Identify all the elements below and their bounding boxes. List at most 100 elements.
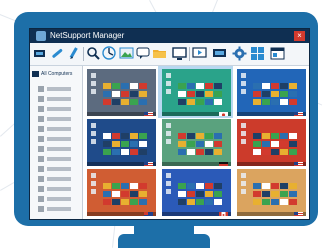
- window-block: [103, 83, 111, 89]
- grid-icon[interactable]: [250, 46, 265, 61]
- window-block: [289, 133, 297, 139]
- pen-icon[interactable]: [66, 46, 81, 61]
- gear-icon[interactable]: [232, 46, 247, 61]
- window-block: [196, 83, 204, 89]
- blue-desktop-thumbnail[interactable]: [237, 69, 306, 116]
- desktop-icon: [91, 173, 96, 178]
- flag-icon: [144, 105, 153, 116]
- sidebar-item-label: [47, 117, 71, 121]
- window-block: [103, 91, 111, 97]
- window-block: [196, 91, 204, 97]
- sidebar-item[interactable]: [38, 156, 72, 162]
- window-title: NetSupport Manager: [50, 31, 125, 40]
- desktop-icon: [166, 131, 171, 136]
- sidebar-item-label: [47, 197, 71, 201]
- window-block: [130, 149, 138, 155]
- window-block: [178, 183, 186, 189]
- computer-icon: [38, 106, 44, 112]
- window-block: [139, 83, 147, 89]
- sidebar-item-label: [47, 127, 71, 131]
- monitor-icon[interactable]: [212, 46, 227, 61]
- flag-icon: [294, 205, 303, 216]
- image-icon[interactable]: [119, 46, 134, 61]
- sidebar-item-label: [47, 107, 71, 111]
- computer-icon: [38, 156, 44, 162]
- window-block: [178, 141, 186, 147]
- all-computers-item[interactable]: All Computers: [32, 69, 79, 79]
- mint-desktop-thumbnail[interactable]: [162, 119, 231, 166]
- window-block: [262, 183, 270, 189]
- window-block: [187, 149, 195, 155]
- window-block: [280, 99, 288, 105]
- window-block: [139, 183, 147, 189]
- sidebar-item[interactable]: [38, 206, 72, 212]
- window-block: [289, 141, 297, 147]
- desktop-icon: [166, 139, 171, 144]
- green-desktop-thumbnail[interactable]: [162, 69, 231, 116]
- sidebar-item[interactable]: [38, 126, 72, 132]
- chat-icon[interactable]: [136, 46, 151, 61]
- desktop-icon: [241, 123, 246, 128]
- window-block: [205, 149, 213, 155]
- sidebar-item-label: [47, 167, 71, 171]
- sidebar-item[interactable]: [38, 136, 72, 142]
- flag-icon: [219, 105, 228, 116]
- window-block: [112, 99, 120, 105]
- sidebar-item[interactable]: [38, 116, 72, 122]
- sidebar-item[interactable]: [38, 186, 72, 192]
- window-block: [280, 141, 288, 147]
- window-block: [103, 183, 111, 189]
- desktop-icon: [91, 131, 96, 136]
- window-block: [271, 83, 279, 89]
- window-block: [280, 183, 288, 189]
- desktop-icon: [166, 89, 171, 94]
- navy-desktop-thumbnail[interactable]: [87, 119, 156, 166]
- desktop-icon: [91, 189, 96, 194]
- window-block: [130, 91, 138, 97]
- window-block: [289, 83, 297, 89]
- window-block: [280, 133, 288, 139]
- sidebar-item-label: [47, 177, 71, 181]
- layout-icon[interactable]: [270, 46, 285, 61]
- sidebar-item[interactable]: [38, 166, 72, 172]
- red-desktop-thumbnail[interactable]: [237, 119, 306, 166]
- window-block: [271, 149, 279, 155]
- window-block: [121, 149, 129, 155]
- flag-icon: [144, 155, 153, 166]
- sidebar-item-label: [47, 207, 71, 211]
- window-block: [196, 191, 204, 197]
- chain-icon[interactable]: [50, 46, 65, 61]
- sidebar-item[interactable]: [38, 196, 72, 202]
- sidebar-item[interactable]: [38, 96, 72, 102]
- connect-icon[interactable]: [32, 46, 47, 61]
- presentation-icon[interactable]: [192, 46, 207, 61]
- window-block: [205, 83, 213, 89]
- orange-desktop-thumbnail[interactable]: [87, 169, 156, 216]
- window-block: [196, 99, 204, 105]
- folder-icon[interactable]: [152, 46, 167, 61]
- sidebar-item[interactable]: [38, 146, 72, 152]
- royal-desktop-thumbnail[interactable]: [162, 169, 231, 216]
- desktop-icon: [241, 189, 246, 194]
- sand-desktop-thumbnail[interactable]: [237, 169, 306, 216]
- computer-icon: [38, 116, 44, 122]
- window-block: [214, 91, 222, 97]
- desktop-icon: [166, 73, 171, 78]
- sidebar-item[interactable]: [38, 106, 72, 112]
- search-icon[interactable]: [86, 46, 101, 61]
- sidebar-item-label: [47, 147, 71, 151]
- window-block: [205, 91, 213, 97]
- window-block: [178, 199, 186, 205]
- sidebar-item[interactable]: [38, 176, 72, 182]
- chart-icon[interactable]: [102, 46, 117, 61]
- window-block: [214, 83, 222, 89]
- window-block: [271, 199, 279, 205]
- window-block: [205, 99, 213, 105]
- sidebar-item[interactable]: [38, 86, 72, 92]
- sidebar: All Computers: [30, 66, 83, 219]
- slate-desktop-thumbnail[interactable]: [87, 69, 156, 116]
- display-icon[interactable]: [172, 46, 187, 61]
- window-block: [103, 133, 111, 139]
- close-button[interactable]: ×: [294, 31, 305, 41]
- window-block: [187, 91, 195, 97]
